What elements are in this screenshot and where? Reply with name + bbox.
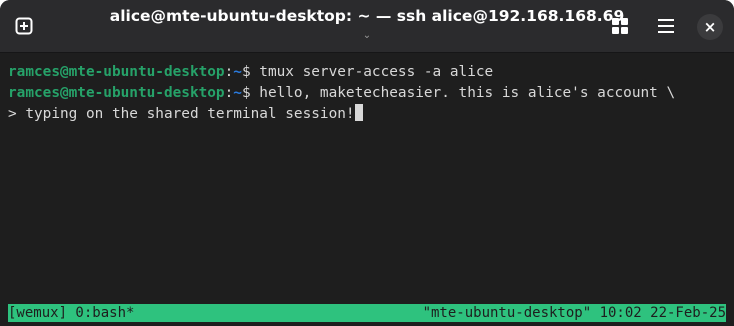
prompt-separator: : [224, 64, 234, 80]
hamburger-menu-icon [657, 18, 675, 34]
main-menu-button[interactable] [651, 11, 681, 41]
command-text: $ tmux server-access -a alice [241, 64, 494, 80]
prompt-path: ~ [233, 64, 242, 80]
status-host-clock: "mte-ubuntu-desktop" 10:02 22-Feb-25 [422, 305, 726, 321]
terminal-area[interactable]: ramces@mte-ubuntu-desktop:~$ tmux server… [0, 53, 734, 326]
continuation-text: > typing on the shared terminal session! [8, 106, 355, 122]
tab-overview-button[interactable] [605, 11, 635, 41]
terminal-line: > typing on the shared terminal session! [8, 104, 363, 124]
close-button[interactable]: × [697, 14, 723, 40]
grid-icon [611, 17, 629, 35]
prompt-user: ramces@mte-ubuntu-desktop [8, 85, 225, 101]
terminal-window: alice@mte-ubuntu-desktop: ~ — ssh alice@… [0, 0, 734, 326]
terminal-line: ramces@mte-ubuntu-desktop:~$ hello, make… [8, 83, 675, 103]
prompt-path: ~ [233, 85, 242, 101]
tmux-status-bar: [wemux] 0:bash* "mte-ubuntu-desktop" 10:… [8, 304, 726, 322]
prompt-separator: : [224, 85, 234, 101]
title-bar[interactable]: alice@mte-ubuntu-desktop: ~ — ssh alice@… [0, 0, 734, 53]
text-cursor [354, 104, 363, 121]
command-text: $ hello, maketecheasier. this is alice's… [241, 85, 676, 101]
close-icon: × [703, 18, 717, 36]
prompt-user: ramces@mte-ubuntu-desktop [8, 64, 225, 80]
terminal-line: ramces@mte-ubuntu-desktop:~$ tmux server… [8, 62, 493, 82]
status-session-window: [wemux] 0:bash* [8, 305, 135, 321]
